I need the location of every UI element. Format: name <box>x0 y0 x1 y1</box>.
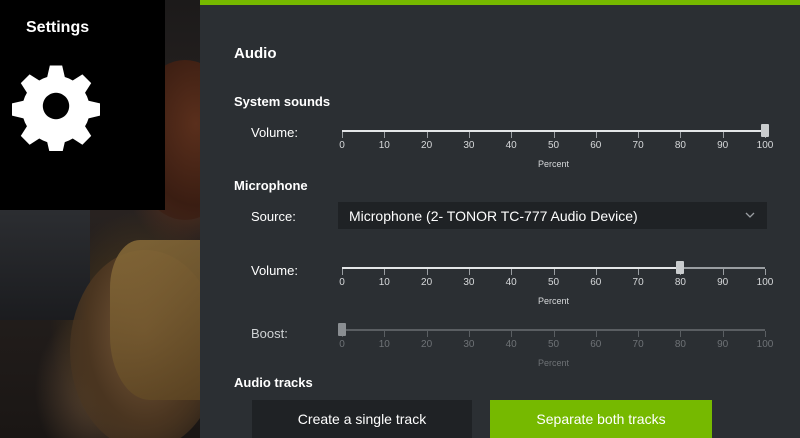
slider-ticks <box>340 132 767 138</box>
microphone-volume-label: Volume: <box>251 263 298 278</box>
system-volume-label: Volume: <box>251 125 298 140</box>
microphone-boost-slider[interactable]: 0 10 20 30 40 50 60 70 80 90 100 Percent <box>338 320 773 368</box>
slider-tick <box>595 331 597 337</box>
slider-tick <box>765 331 766 337</box>
audio-heading: Audio <box>234 45 277 62</box>
slider-tick <box>468 331 470 337</box>
audio-settings-panel: Audio System sounds Volume: 0 10 20 30 40 50 6… <box>200 0 800 438</box>
settings-header-panel: Settings <box>0 0 165 210</box>
background-character-vest <box>110 240 200 400</box>
slider-thumb[interactable] <box>676 261 685 274</box>
slider-tick-label: 30 <box>463 140 475 151</box>
slider-tick-label: 10 <box>378 277 390 288</box>
slider-tick <box>342 132 343 138</box>
slider-tick-label: 50 <box>547 277 560 288</box>
slider-tick <box>426 331 428 337</box>
slider-tick <box>638 331 640 337</box>
slider-tick <box>384 132 386 138</box>
slider-tick <box>553 269 555 275</box>
slider-tick <box>722 132 724 138</box>
slider-tick <box>722 269 724 275</box>
slider-tick <box>595 269 597 275</box>
slider-tick-label: 90 <box>717 277 729 288</box>
slider-tick-label: 40 <box>505 140 517 151</box>
slider-tick-label: 90 <box>717 140 729 151</box>
slider-tick <box>765 269 766 275</box>
slider-tick-label: 20 <box>421 339 433 350</box>
slider-tick <box>722 331 724 337</box>
slider-tick-labels: 0 10 20 30 40 50 60 70 80 90 100 <box>339 339 773 353</box>
slider-ticks <box>340 269 767 275</box>
create-single-track-button[interactable]: Create a single track <box>252 400 472 438</box>
slider-tick-label: 30 <box>463 339 475 350</box>
system-volume-slider[interactable]: 0 10 20 30 40 50 60 70 80 90 100 Percent <box>339 121 773 169</box>
gear-icon <box>12 65 100 151</box>
microphone-source-value: Microphone (2- TONOR TC-777 Audio Device… <box>349 208 638 224</box>
slider-tick-label: 60 <box>590 339 602 350</box>
slider-tick <box>384 269 386 275</box>
slider-tick <box>468 269 470 275</box>
slider-tick-label: 100 <box>756 339 774 350</box>
slider-tick-label: 100 <box>756 140 774 151</box>
slider-ticks <box>340 331 767 337</box>
slider-tick <box>342 269 343 275</box>
slider-tick <box>511 331 513 337</box>
slider-caption: Percent <box>537 159 570 169</box>
slider-tick-label: 90 <box>717 339 729 350</box>
slider-tick <box>511 269 513 275</box>
slider-tick <box>468 132 470 138</box>
slider-tick <box>553 331 555 337</box>
slider-caption: Percent <box>537 296 570 306</box>
microphone-source-label: Source: <box>251 209 296 224</box>
settings-title: Settings <box>26 19 90 36</box>
microphone-source-dropdown[interactable]: Microphone (2- TONOR TC-777 Audio Device… <box>338 202 767 229</box>
slider-tick-label: 70 <box>632 277 644 288</box>
slider-tick-label: 80 <box>674 339 686 350</box>
slider-tick-label: 10 <box>378 140 390 151</box>
slider-tick <box>680 331 682 337</box>
slider-tick-labels: 0 10 20 30 40 50 60 70 80 90 100 <box>339 140 773 154</box>
system-sounds-heading: System sounds <box>234 94 331 109</box>
slider-tick <box>595 132 597 138</box>
slider-thumb[interactable] <box>338 323 346 336</box>
slider-tick-label: 50 <box>547 140 560 151</box>
slider-tick <box>638 132 640 138</box>
microphone-heading: Microphone <box>234 178 308 193</box>
slider-tick-label: 60 <box>590 140 602 151</box>
slider-tick <box>426 269 428 275</box>
microphone-boost-label: Boost: <box>251 326 288 341</box>
slider-tick-label: 80 <box>674 140 686 151</box>
slider-tick-label: 70 <box>632 140 644 151</box>
slider-tick-label: 20 <box>421 277 433 288</box>
slider-tick-label: 60 <box>590 277 602 288</box>
accent-bar <box>200 0 800 5</box>
slider-tick <box>638 269 640 275</box>
separate-both-tracks-button[interactable]: Separate both tracks <box>490 400 712 438</box>
slider-thumb[interactable] <box>761 124 769 137</box>
microphone-volume-slider[interactable]: 0 10 20 30 40 50 60 70 80 90 100 Percent <box>339 258 773 306</box>
slider-tick-label: 40 <box>505 277 517 288</box>
slider-tick-label: 20 <box>421 140 433 151</box>
slider-caption: Percent <box>537 358 570 368</box>
slider-tick <box>680 132 682 138</box>
slider-tick-label: 80 <box>674 277 686 288</box>
slider-tick <box>553 132 555 138</box>
background-machine <box>0 200 90 320</box>
slider-tick-labels: 0 10 20 30 40 50 60 70 80 90 100 <box>339 277 773 291</box>
chevron-down-icon <box>745 212 755 218</box>
slider-tick-label: 30 <box>463 277 475 288</box>
audio-tracks-heading: Audio tracks <box>234 375 313 390</box>
slider-tick <box>384 331 386 337</box>
slider-tick-label: 10 <box>378 339 390 350</box>
slider-tick <box>511 132 513 138</box>
slider-tick-label: 0 <box>339 339 345 350</box>
slider-tick-label: 0 <box>339 277 345 288</box>
slider-tick-label: 40 <box>505 339 517 350</box>
slider-tick-label: 50 <box>547 339 560 350</box>
slider-tick-label: 100 <box>756 277 774 288</box>
slider-tick <box>426 132 428 138</box>
slider-tick-label: 0 <box>339 140 345 151</box>
slider-tick-label: 70 <box>632 339 644 350</box>
